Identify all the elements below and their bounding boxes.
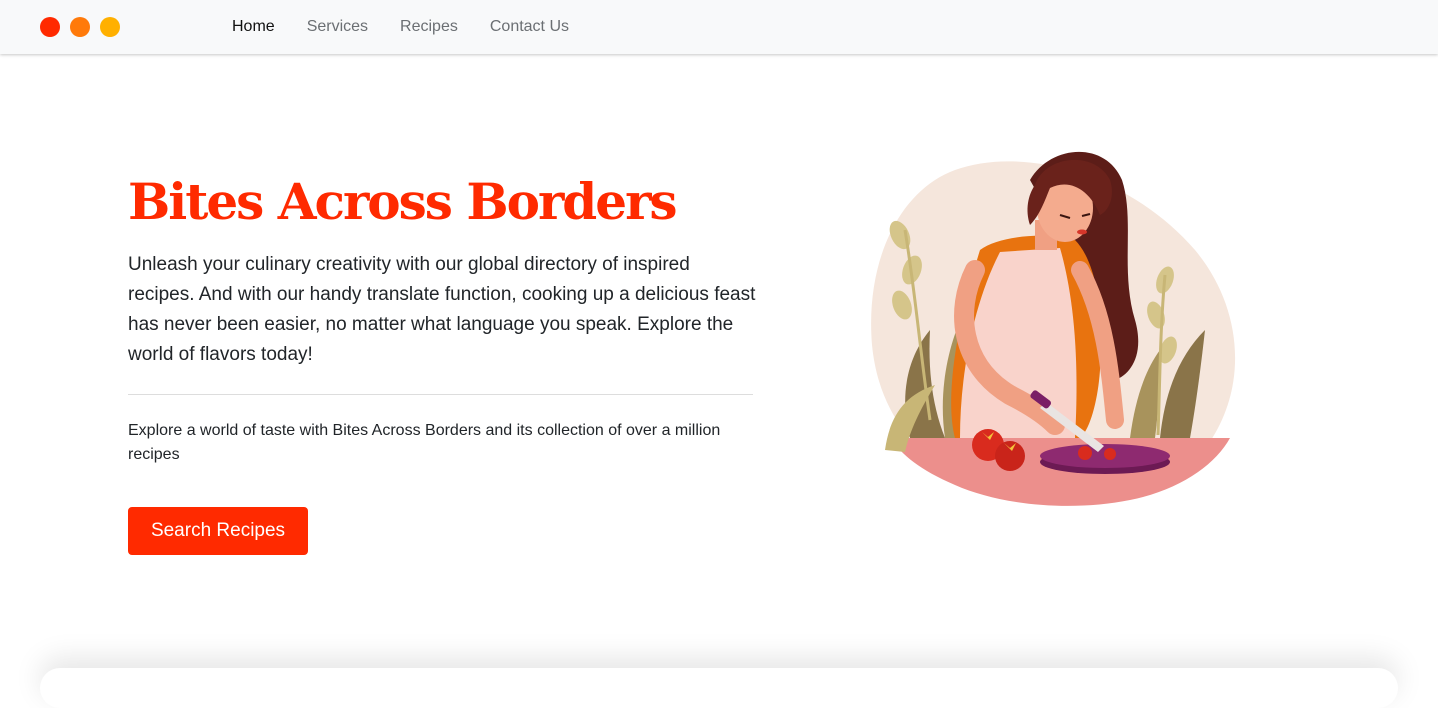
window-maximize-dot[interactable] [100, 17, 120, 37]
woman-chopping-tomatoes-illustration [871, 151, 1236, 506]
nav-recipes[interactable]: Recipes [400, 17, 458, 37]
window-minimize-dot[interactable] [70, 17, 90, 37]
nav-services[interactable]: Services [307, 17, 368, 37]
hero-lead-text: Unleash your culinary creativity with ou… [128, 254, 756, 365]
hero-subtext: Explore a world of taste with Bites Acro… [128, 422, 721, 463]
main-nav: Home Services Recipes Contact Us [232, 17, 601, 37]
top-navbar: Home Services Recipes Contact Us [0, 0, 1438, 54]
nav-home[interactable]: Home [232, 17, 275, 37]
window-close-dot[interactable] [40, 17, 60, 37]
next-section-edge [40, 668, 1398, 708]
search-recipes-button[interactable]: Search Recipes [128, 507, 308, 555]
nav-contact-us[interactable]: Contact Us [490, 17, 569, 37]
hero-divider [128, 394, 753, 395]
hero-title: Bites Across Borders [128, 172, 678, 231]
